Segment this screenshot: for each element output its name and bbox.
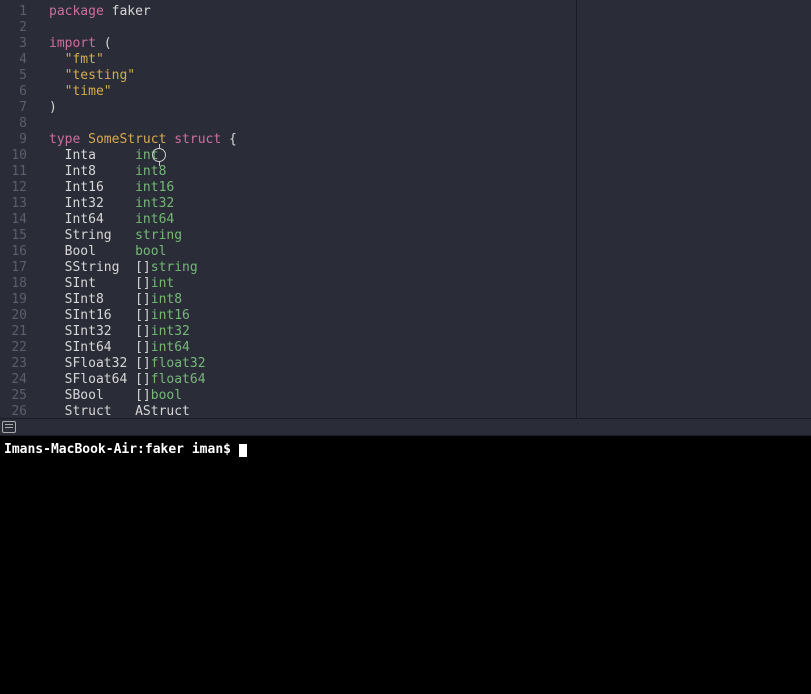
panel-divider[interactable]: [576, 0, 577, 418]
code-line[interactable]: SString []string: [49, 260, 811, 276]
line-number: 15: [0, 228, 35, 244]
line-number: 9: [0, 132, 35, 148]
terminal-cursor: [239, 444, 247, 457]
code-line[interactable]: Int32 int32: [49, 196, 811, 212]
line-number-gutter: 1234567891011121314151617181920212223242…: [0, 0, 35, 418]
terminal-pane[interactable]: Imans-MacBook-Air:faker iman$: [0, 436, 811, 694]
terminal-prompt-line[interactable]: Imans-MacBook-Air:faker iman$: [4, 442, 807, 458]
line-number: 1: [0, 4, 35, 20]
line-number: 14: [0, 212, 35, 228]
code-area[interactable]: package faker import ( "fmt" "testing" "t…: [35, 0, 811, 418]
code-line[interactable]: Int64 int64: [49, 212, 811, 228]
code-line[interactable]: SInt8 []int8: [49, 292, 811, 308]
line-number: 24: [0, 372, 35, 388]
line-number: 2: [0, 20, 35, 36]
code-line[interactable]: ): [49, 100, 811, 116]
editor-pane[interactable]: 1234567891011121314151617181920212223242…: [0, 0, 811, 418]
keyboard-icon: [2, 421, 16, 433]
code-line[interactable]: Int16 int16: [49, 180, 811, 196]
line-number: 3: [0, 36, 35, 52]
code-line[interactable]: "testing": [49, 68, 811, 84]
line-number: 22: [0, 340, 35, 356]
line-number: 26: [0, 404, 35, 420]
code-line[interactable]: SBool []bool: [49, 388, 811, 404]
code-line[interactable]: Bool bool: [49, 244, 811, 260]
line-number: 18: [0, 276, 35, 292]
line-number: 17: [0, 260, 35, 276]
code-line[interactable]: package faker: [49, 4, 811, 20]
code-line[interactable]: Inta int: [49, 148, 811, 164]
code-line[interactable]: [49, 116, 811, 132]
line-number: 20: [0, 308, 35, 324]
line-number: 7: [0, 100, 35, 116]
code-line[interactable]: String string: [49, 228, 811, 244]
line-number: 23: [0, 356, 35, 372]
code-line[interactable]: SInt64 []int64: [49, 340, 811, 356]
code-line[interactable]: SInt16 []int16: [49, 308, 811, 324]
code-line[interactable]: "fmt": [49, 52, 811, 68]
code-line[interactable]: SInt32 []int32: [49, 324, 811, 340]
status-bar: [0, 418, 811, 436]
code-line[interactable]: Struct AStruct: [49, 404, 811, 420]
line-number: 6: [0, 84, 35, 100]
code-line[interactable]: "time": [49, 84, 811, 100]
code-line[interactable]: import (: [49, 36, 811, 52]
code-line[interactable]: Int8 int8: [49, 164, 811, 180]
line-number: 13: [0, 196, 35, 212]
line-number: 11: [0, 164, 35, 180]
line-number: 16: [0, 244, 35, 260]
code-line[interactable]: type SomeStruct struct {: [49, 132, 811, 148]
line-number: 5: [0, 68, 35, 84]
code-line[interactable]: SInt []int: [49, 276, 811, 292]
line-number: 10: [0, 148, 35, 164]
line-number: 19: [0, 292, 35, 308]
code-line[interactable]: SFloat32 []float32: [49, 356, 811, 372]
code-line[interactable]: SFloat64 []float64: [49, 372, 811, 388]
line-number: 4: [0, 52, 35, 68]
line-number: 12: [0, 180, 35, 196]
code-line[interactable]: [49, 20, 811, 36]
line-number: 8: [0, 116, 35, 132]
line-number: 21: [0, 324, 35, 340]
terminal-prompt: Imans-MacBook-Air:faker iman$: [4, 442, 239, 457]
line-number: 25: [0, 388, 35, 404]
